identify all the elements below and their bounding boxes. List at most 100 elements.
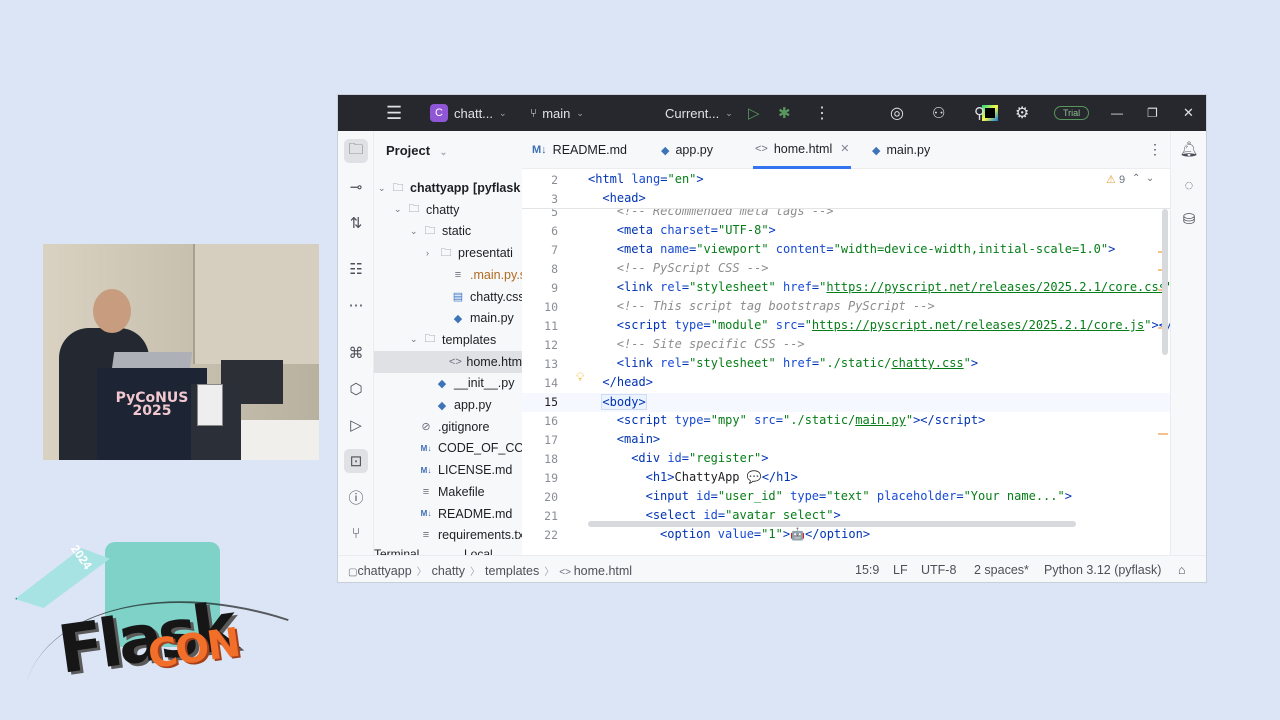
local-tab[interactable]: Local <box>464 547 493 555</box>
editor-tabs: M↓ README.md ◆ app.py <> home.html ✕ ◆ m… <box>522 131 1170 169</box>
tree-item[interactable]: ◆ __init__.py <box>422 372 515 394</box>
tab-app-py[interactable]: ◆ app.py <box>661 131 713 169</box>
close-tab-icon[interactable]: ✕ <box>840 142 849 155</box>
code-line[interactable]: <!-- PyScript CSS --> <box>617 261 769 275</box>
tree-item[interactable]: M↓ README.md <box>406 503 513 525</box>
tree-item[interactable]: ⌄ 🗀 chattyapp [pyflask <box>378 177 520 199</box>
add-user-icon[interactable]: ⚇ <box>932 95 945 131</box>
tree-item[interactable]: M↓ CODE_OF_CON <box>406 437 522 459</box>
code-line[interactable]: <link rel="stylesheet" href="https://pys… <box>617 280 1170 294</box>
database-icon[interactable]: ⛁ <box>1177 207 1201 231</box>
code-line[interactable]: <head> <box>602 191 645 205</box>
tree-item[interactable]: › 🗀 presentati <box>426 242 513 264</box>
close-icon[interactable]: ✕ <box>1183 95 1194 131</box>
tree-item-label: .main.py.s <box>470 267 522 282</box>
structure-icon[interactable]: ☷ <box>344 257 368 281</box>
chevron-down-icon[interactable]: ⌄ <box>410 226 422 237</box>
minimize-icon[interactable]: — <box>1111 95 1123 131</box>
pull-requests-icon[interactable]: ⇅ <box>344 211 368 235</box>
code-line[interactable]: <option value="1">🤖</option> <box>660 527 870 541</box>
file-encoding[interactable]: UTF-8 <box>921 563 956 577</box>
md-icon: M↓ <box>420 509 432 518</box>
more-icon[interactable]: ⋮ <box>814 95 830 131</box>
tree-item[interactable]: ▤ chatty.css <box>438 286 522 308</box>
breadcrumb-item[interactable]: chatty <box>432 564 465 578</box>
restore-icon[interactable]: ❐ <box>1147 95 1158 131</box>
code-editor[interactable]: 5 <!-- Recommended meta tags --> 6 <meta ch… <box>522 169 1170 555</box>
chevron-down-icon[interactable]: ⌄ <box>378 183 390 194</box>
code-line[interactable]: <script type="module" src="https://pyscr… <box>617 318 1170 332</box>
folder-icon[interactable]: 🗀 <box>344 139 368 163</box>
tree-item[interactable]: ⌄ 🗀 templates <box>410 329 496 351</box>
tree-item[interactable]: ◆ app.py <box>422 394 492 416</box>
tree-item[interactable]: ≡ .main.py.s <box>438 264 522 286</box>
problems-icon[interactable]: ⓘ <box>344 485 368 509</box>
tree-item[interactable]: <> home.htm <box>374 350 522 373</box>
lock-icon[interactable]: ⌂ <box>1178 563 1186 577</box>
horizontal-scrollbar[interactable] <box>588 521 1076 527</box>
run-tool-icon[interactable]: ▷ <box>344 413 368 437</box>
run-icon[interactable]: ▷ <box>748 95 760 131</box>
gear-icon[interactable]: ⚙ <box>1015 95 1029 131</box>
code-line[interactable]: <html lang="en"> <box>588 172 704 186</box>
code-line[interactable]: <meta charset="UTF-8"> <box>617 223 776 237</box>
debug-icon[interactable]: ✱ <box>778 95 791 131</box>
tree-item[interactable]: ◆ main.py <box>438 307 514 329</box>
code-line[interactable]: <body> <box>601 394 648 410</box>
terminal-tab[interactable]: Terminal <box>374 547 419 555</box>
code-line[interactable]: <!-- This script tag bootstraps PyScript… <box>617 299 935 313</box>
tab-label: main.py <box>886 143 931 157</box>
tree-item[interactable]: M↓ LICENSE.md <box>406 459 513 481</box>
chevron-down-icon[interactable]: ⌄ <box>394 204 406 215</box>
tab-readme[interactable]: M↓ README.md <box>532 131 627 169</box>
code-line[interactable]: <meta name="viewport" content="width=dev… <box>617 242 1116 256</box>
breadcrumb-item[interactable]: <> home.html <box>559 564 632 578</box>
more-tools-icon[interactable]: ⋯ <box>344 293 368 317</box>
warning-nav-arrows[interactable]: ⌃ ⌄ <box>1132 173 1154 184</box>
lightbulb-icon[interactable]: 💡︎ <box>576 370 584 385</box>
tab-home-html[interactable]: <> home.html ✕ <box>753 131 852 169</box>
tabs-more-icon[interactable]: ⋮ <box>1148 141 1162 158</box>
caret-position[interactable]: 15:9 <box>855 563 879 577</box>
code-line[interactable]: <div id="register"> <box>631 451 768 465</box>
ai-assistant-icon[interactable]: ◎ <box>890 95 904 131</box>
chevron-right-icon[interactable]: › <box>426 248 438 258</box>
code-line[interactable]: <h1>ChattyApp 💬</h1> <box>646 470 798 484</box>
services-icon[interactable]: ⬡ <box>344 377 368 401</box>
indent-setting[interactable]: 2 spaces* <box>974 563 1029 577</box>
code-line[interactable]: </head> <box>602 375 653 389</box>
project-selector[interactable]: C chatt... ⌄ <box>430 95 507 131</box>
git-icon[interactable]: ⑂ <box>344 521 368 545</box>
tree-item[interactable]: ⌄ 🗀 chatty <box>394 199 459 221</box>
tree-item[interactable]: ⊘ .gitignore <box>406 416 489 438</box>
branch-selector[interactable]: ⑂ main ⌄ <box>530 95 584 131</box>
terminal-icon[interactable]: ⊡ <box>344 449 368 473</box>
code-line[interactable]: <link rel="stylesheet" href="./static/ch… <box>617 356 978 370</box>
tab-main-py[interactable]: ◆ main.py <box>872 131 930 169</box>
vertical-scrollbar[interactable] <box>1162 209 1168 355</box>
notifications-icon[interactable]: 🔔︎ <box>1177 137 1201 161</box>
warnings-indicator[interactable]: ⚠ 9 <box>1106 173 1125 186</box>
tree-item[interactable]: ⌄ 🗀 static <box>410 220 471 242</box>
run-config-selector[interactable]: Current... ⌄ <box>665 95 733 131</box>
ai-chat-icon[interactable]: ◌ <box>1177 173 1201 197</box>
breadcrumb-item[interactable]: ▢chattyapp <box>348 564 412 578</box>
chevron-down-icon[interactable]: ⌄ <box>410 334 422 345</box>
search-icon[interactable]: ⚲ <box>974 95 985 131</box>
python-packages-icon[interactable]: ⌘ <box>344 341 368 365</box>
code-line[interactable]: <input id="user_id" type="text" placehol… <box>646 489 1072 503</box>
code-line[interactable]: <!-- Site specific CSS --> <box>617 337 805 351</box>
commit-icon[interactable]: ⊸ <box>344 175 368 199</box>
breadcrumb-item[interactable]: templates <box>485 564 539 578</box>
ignore-icon: ⊘ <box>421 421 431 434</box>
code-line[interactable]: <main> <box>617 432 660 446</box>
code-line[interactable]: <script type="mpy" src="./static/main.py… <box>617 413 986 427</box>
project-panel-title[interactable]: Project ⌄ <box>386 143 447 158</box>
tree-item-label: .gitignore <box>438 419 490 434</box>
trial-badge[interactable]: Trial <box>1054 95 1090 131</box>
main-menu-icon[interactable]: ☰ <box>386 95 402 131</box>
tree-item[interactable]: ≡ Makefile <box>406 481 485 503</box>
line-separator[interactable]: LF <box>893 563 908 577</box>
python-interpreter[interactable]: Python 3.12 (pyflask) <box>1044 563 1161 577</box>
code-line[interactable]: <select id="avatar_select"> <box>646 508 841 522</box>
